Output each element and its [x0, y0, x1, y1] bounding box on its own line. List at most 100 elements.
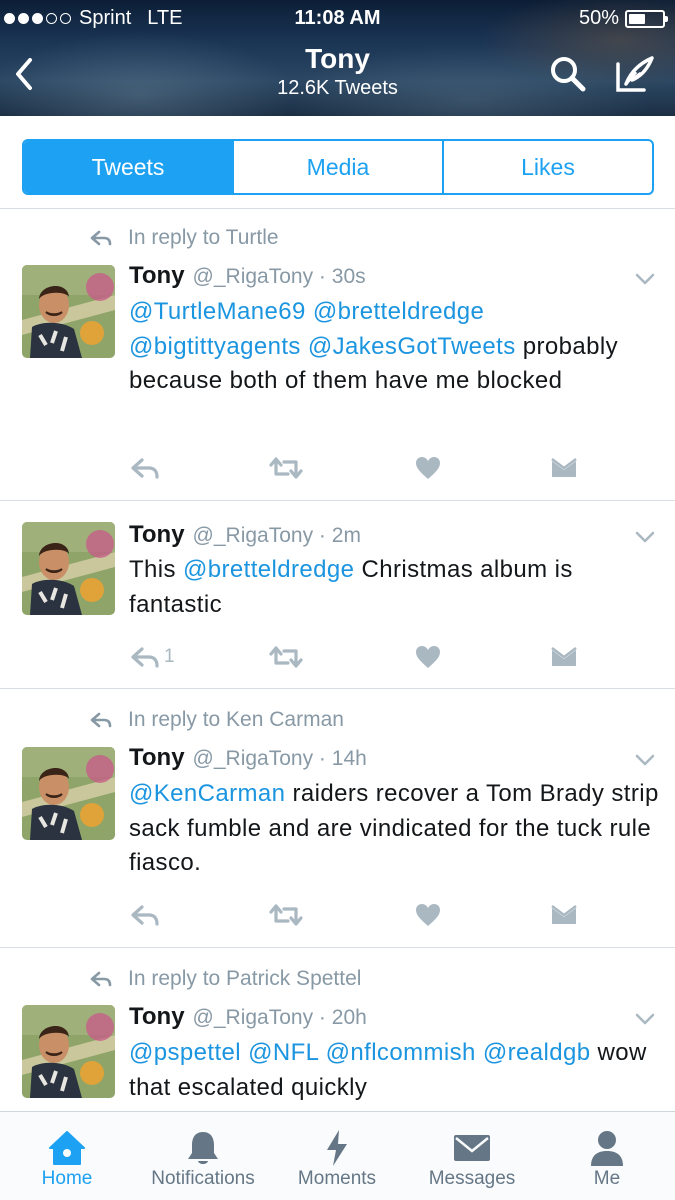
- tab-label: Messages: [428, 1168, 516, 1189]
- retweet-icon: [269, 646, 303, 668]
- reply-to-text: In reply to Patrick Spettel: [128, 967, 362, 990]
- tweet-text: @TurtleMane69 @bretteldredge @bigtittyag…: [129, 295, 659, 399]
- home-icon: [49, 1131, 85, 1165]
- mention-link[interactable]: @bigtittyagents: [129, 333, 301, 360]
- tweet-header: Tony @_RigaTony · 30s: [129, 262, 366, 290]
- tweet-time: 14h: [331, 747, 367, 770]
- direct-message-button[interactable]: [550, 642, 578, 672]
- mention-link[interactable]: @bretteldredge: [313, 298, 484, 325]
- tab-label: Notifications: [151, 1168, 255, 1189]
- avatar-image: [22, 522, 115, 615]
- retweet-icon: [269, 457, 303, 479]
- separator: ·: [313, 747, 332, 770]
- reply-button[interactable]: [130, 900, 160, 930]
- tweet-actions: [0, 453, 675, 483]
- tweet-time: 30s: [331, 265, 366, 288]
- mention-link[interactable]: @NFL: [248, 1039, 318, 1066]
- bell-icon: [188, 1132, 218, 1164]
- tab-likes[interactable]: Likes: [442, 141, 652, 193]
- like-button[interactable]: [414, 453, 442, 483]
- tab-label: Moments: [297, 1168, 377, 1189]
- tweet-time: 20h: [331, 1006, 367, 1029]
- tweet-item[interactable]: Tony @_RigaTony · 2m This @bretteldredge …: [0, 501, 675, 688]
- like-button[interactable]: [414, 642, 442, 672]
- author-handle: @_RigaTony: [192, 524, 314, 547]
- reply-icon: [131, 905, 159, 926]
- reply-to-text: In reply to Turtle: [128, 226, 279, 249]
- tab-home[interactable]: Home: [18, 1112, 116, 1200]
- compose-tweet-button[interactable]: [612, 52, 658, 96]
- tweet-time: 2m: [331, 524, 361, 547]
- battery-icon: [625, 9, 668, 28]
- chevron-down-icon[interactable]: [634, 753, 656, 767]
- chevron-down-icon[interactable]: [634, 1012, 656, 1026]
- tab-media[interactable]: Media: [232, 141, 442, 193]
- reply-context: In reply to Patrick Spettel: [90, 967, 361, 991]
- mention-link[interactable]: @TurtleMane69: [129, 298, 306, 325]
- retweet-icon: [269, 904, 303, 926]
- tweet-text: @KenCarman raiders recover a Tom Brady s…: [129, 777, 659, 881]
- status-right: 50%: [578, 7, 668, 30]
- tweet-header: Tony @_RigaTony · 14h: [129, 744, 367, 772]
- mention-link[interactable]: @realdgb: [483, 1039, 591, 1066]
- tweet-text-fragment: [319, 1039, 326, 1066]
- author-handle: @_RigaTony: [192, 265, 314, 288]
- tab-me[interactable]: Me: [566, 1112, 648, 1200]
- author-name[interactable]: Tony: [129, 1003, 185, 1030]
- avatar-image: [22, 265, 115, 358]
- reply-to-text: In reply to Ken Carman: [128, 708, 344, 731]
- author-name[interactable]: Tony: [129, 262, 185, 289]
- tab-label: Me: [593, 1168, 621, 1189]
- tab-label: Home: [41, 1168, 93, 1189]
- mention-link[interactable]: @nflcommish: [326, 1039, 476, 1066]
- tab-messages[interactable]: Messages: [420, 1112, 524, 1200]
- search-button[interactable]: [548, 54, 588, 94]
- tab-notifications[interactable]: Notifications: [136, 1112, 270, 1200]
- reply-button[interactable]: 1: [130, 642, 175, 672]
- tweet-header: Tony @_RigaTony · 20h: [129, 1003, 367, 1031]
- profile-header: Sprint LTE 11:08 AM 50% Tony 12.6K Tweet…: [0, 0, 675, 116]
- direct-message-button[interactable]: [550, 453, 578, 483]
- reply-arrow-icon: [90, 971, 112, 987]
- author-name[interactable]: Tony: [129, 744, 185, 771]
- tweet-text-fragment: [301, 333, 308, 360]
- chevron-down-icon[interactable]: [634, 272, 656, 286]
- mention-link[interactable]: @KenCarman: [129, 780, 285, 807]
- reply-context: In reply to Ken Carman: [90, 708, 344, 732]
- profile-tabs: Tweets Media Likes: [22, 139, 654, 195]
- reply-button[interactable]: [130, 453, 160, 483]
- tab-moments[interactable]: Moments: [288, 1112, 386, 1200]
- search-icon: [551, 57, 586, 92]
- battery-percent: 50%: [578, 7, 619, 29]
- retweet-button[interactable]: [268, 453, 304, 483]
- direct-message-button[interactable]: [550, 900, 578, 930]
- tweet-text: This @bretteldredge Christmas album is f…: [129, 553, 659, 622]
- avatar[interactable]: [22, 522, 115, 615]
- author-handle: @_RigaTony: [192, 747, 314, 770]
- tweet-item[interactable]: In reply to Turtle Tony @_RigaTony · 30s …: [0, 209, 675, 500]
- like-button[interactable]: [414, 900, 442, 930]
- mention-link[interactable]: @pspettel: [129, 1039, 241, 1066]
- bottom-tab-bar: Home Notifications Moments Messages Me: [0, 1111, 675, 1200]
- avatar[interactable]: [22, 1005, 115, 1098]
- reply-arrow-icon: [90, 712, 112, 728]
- chevron-down-icon[interactable]: [634, 530, 656, 544]
- author-name[interactable]: Tony: [129, 521, 185, 548]
- envelope-share-icon: [551, 647, 577, 666]
- heart-icon: [416, 646, 440, 668]
- tweet-actions: [0, 900, 675, 930]
- reply-count: 1: [164, 646, 175, 667]
- heart-icon: [416, 904, 440, 926]
- avatar[interactable]: [22, 747, 115, 840]
- mention-link[interactable]: @JakesGotTweets: [308, 333, 516, 360]
- mention-link[interactable]: @bretteldredge: [183, 556, 354, 583]
- tweet-item[interactable]: In reply to Ken Carman Tony @_RigaTony · …: [0, 689, 675, 947]
- envelope-icon: [454, 1135, 490, 1161]
- retweet-button[interactable]: [268, 900, 304, 930]
- avatar[interactable]: [22, 265, 115, 358]
- tab-tweets[interactable]: Tweets: [24, 141, 232, 193]
- retweet-button[interactable]: [268, 642, 304, 672]
- tweet-item[interactable]: In reply to Patrick Spettel Tony @_RigaTo…: [0, 948, 675, 1111]
- author-handle: @_RigaTony: [192, 1006, 314, 1029]
- separator: ·: [313, 265, 332, 288]
